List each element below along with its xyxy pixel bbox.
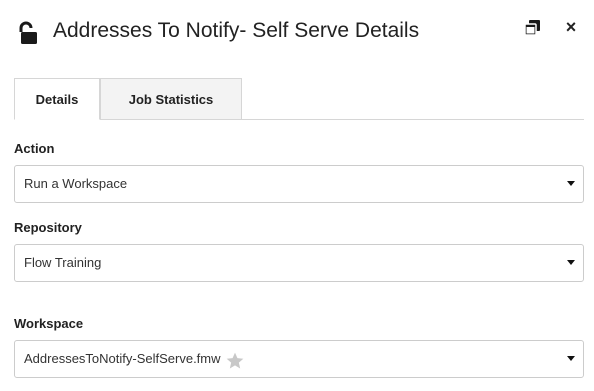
caret-down-icon (567, 181, 575, 186)
caret-down-icon (567, 260, 575, 265)
star-icon[interactable] (225, 349, 245, 369)
tab-bar: Details Job Statistics (14, 78, 584, 120)
popout-window-icon[interactable] (523, 18, 543, 38)
unlock-icon (18, 21, 42, 45)
workspace-value: AddressesToNotify-SelfServe.fmw (24, 351, 221, 366)
workspace-label: Workspace (14, 316, 84, 331)
close-icon[interactable]: × (561, 16, 581, 38)
dialog-header: Addresses To Notify- Self Serve Details … (0, 0, 594, 66)
workspace-value-wrap: AddressesToNotify-SelfServe.fmw (24, 341, 245, 377)
action-value: Run a Workspace (24, 176, 128, 191)
repository-select[interactable]: Flow Training (14, 244, 584, 282)
workspace-select[interactable]: AddressesToNotify-SelfServe.fmw (14, 340, 584, 378)
tab-details[interactable]: Details (14, 78, 100, 120)
caret-down-icon (567, 356, 575, 361)
tab-job-statistics[interactable]: Job Statistics (100, 78, 242, 119)
repository-label: Repository (14, 220, 82, 235)
action-label: Action (14, 141, 55, 156)
repository-value: Flow Training (24, 255, 102, 270)
action-select[interactable]: Run a Workspace (14, 165, 584, 203)
dialog-title: Addresses To Notify- Self Serve Details (53, 19, 420, 42)
